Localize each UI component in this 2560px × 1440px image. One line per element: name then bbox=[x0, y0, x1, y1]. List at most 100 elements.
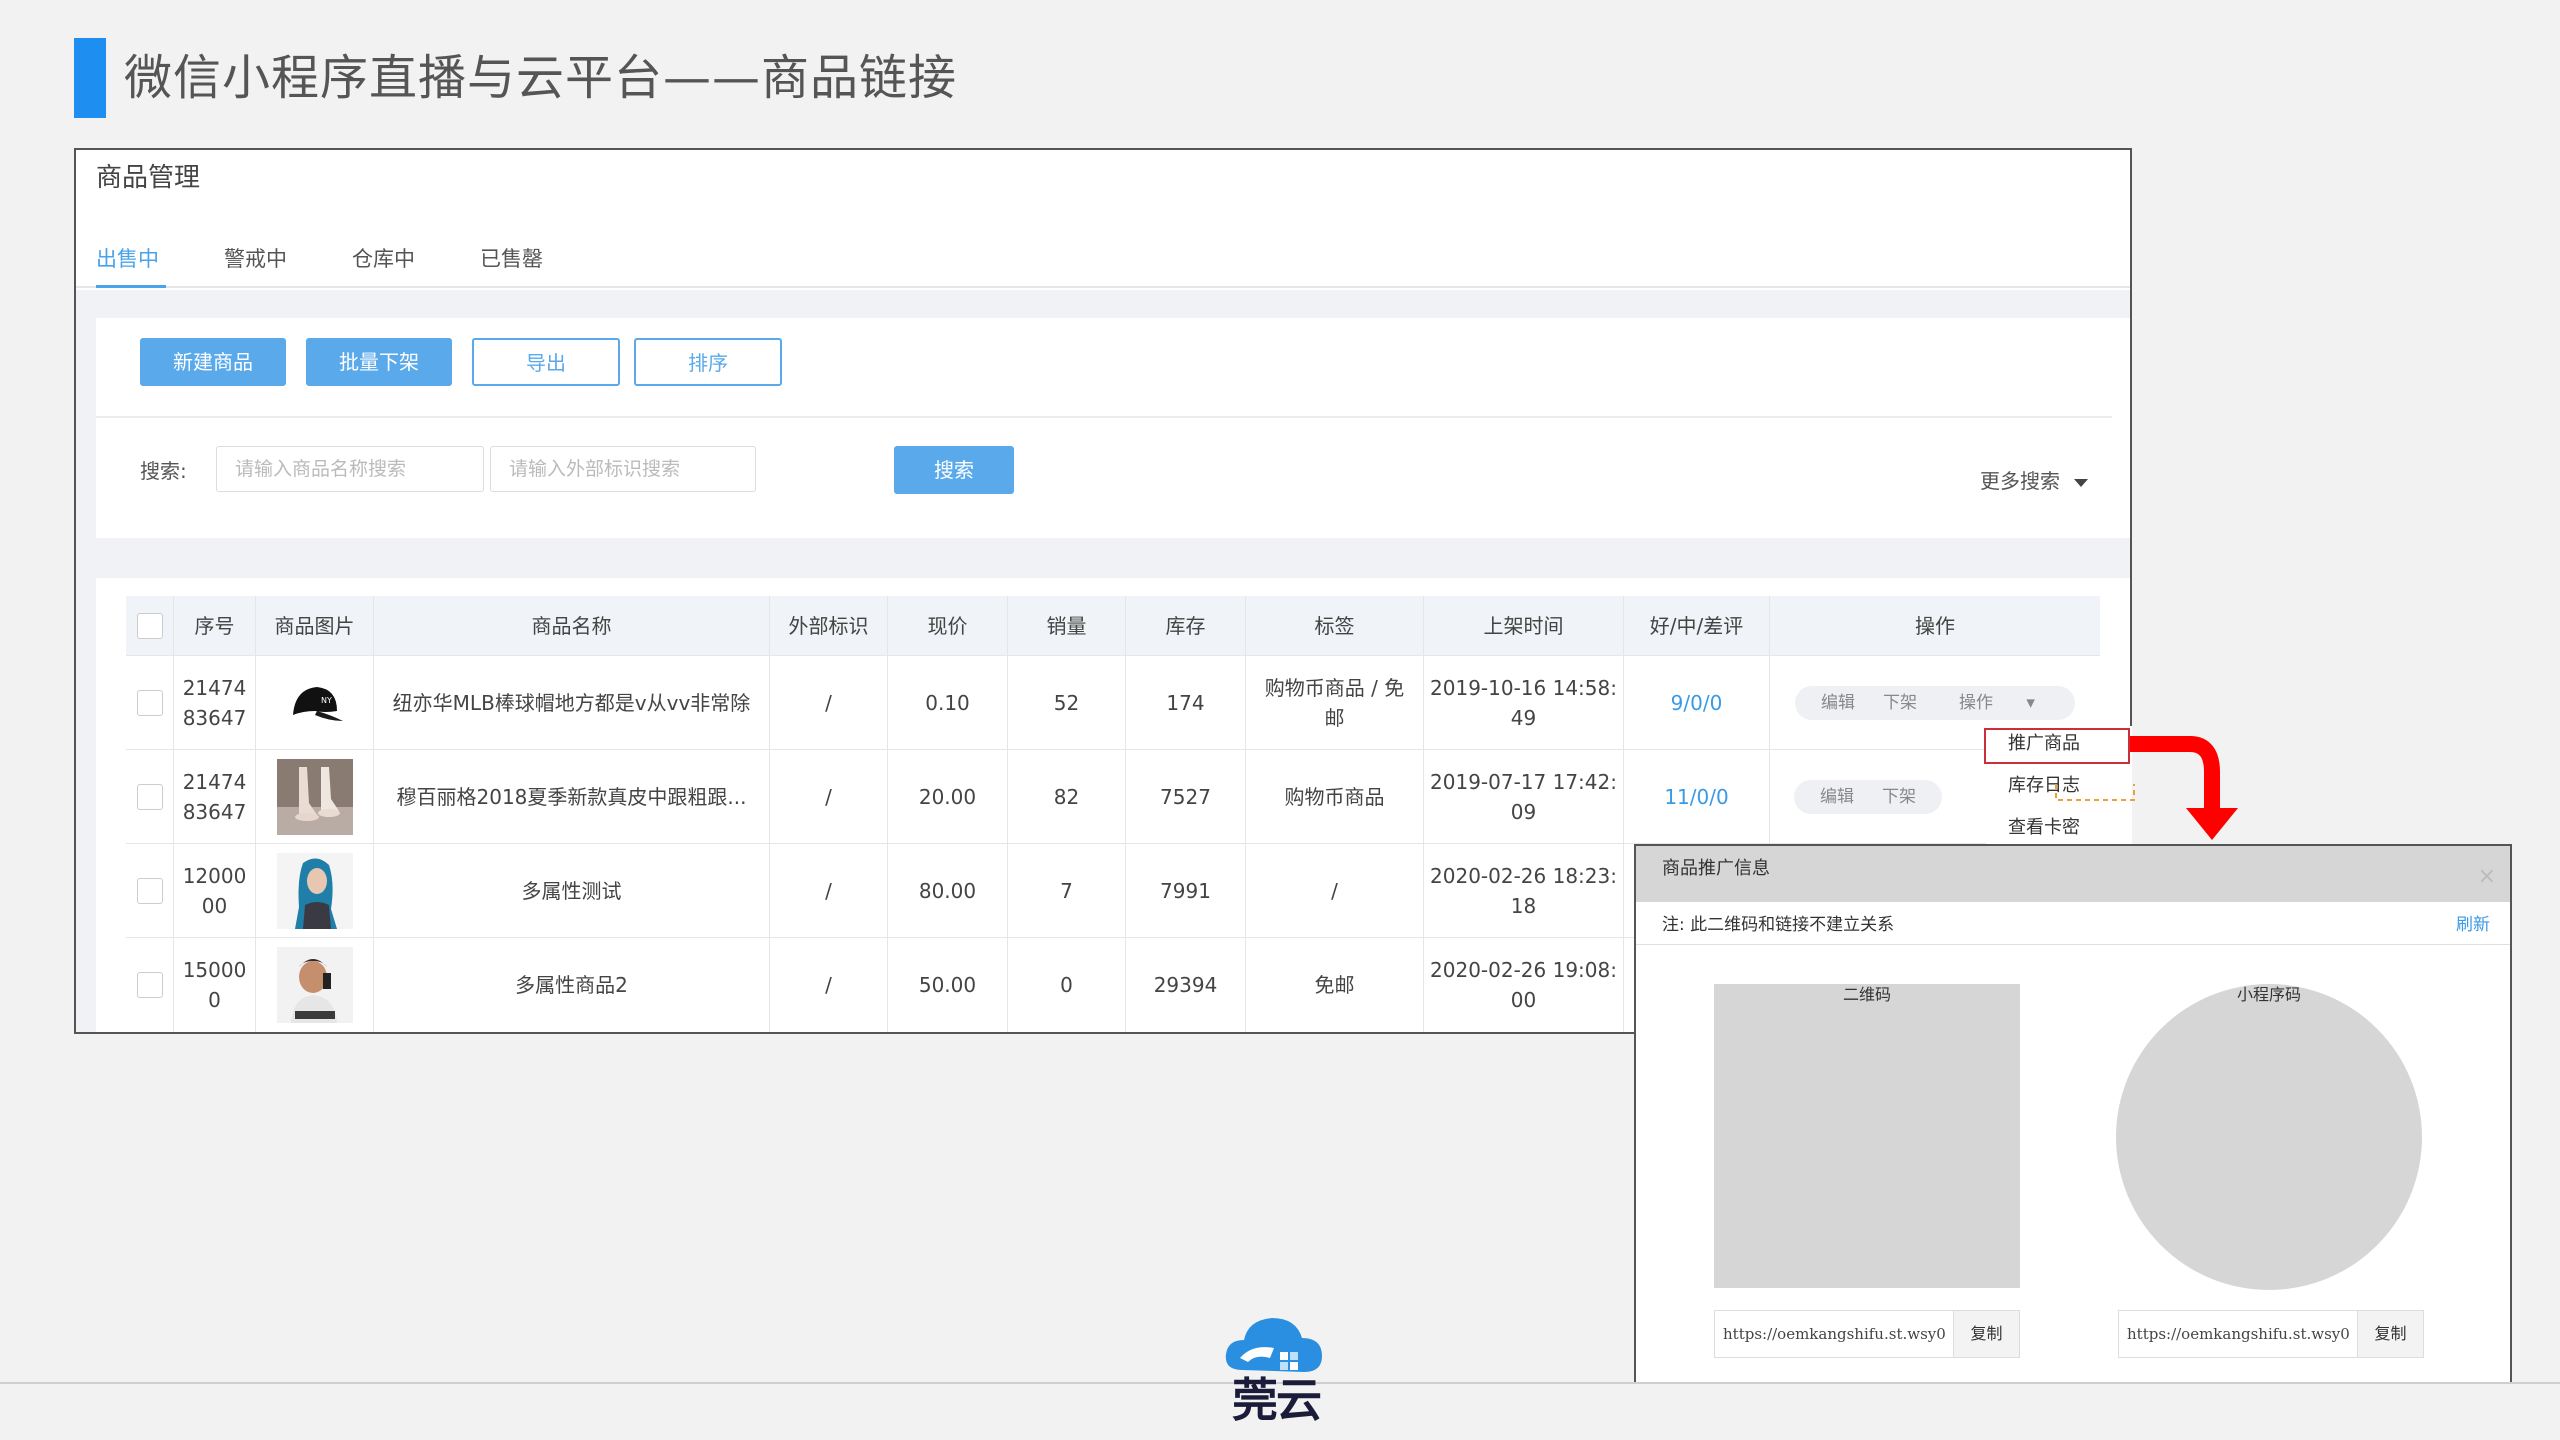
row-id-line: 21474 bbox=[182, 769, 247, 794]
tag: 免邮 bbox=[1246, 938, 1424, 1032]
copy-qr-url-button[interactable]: 复制 bbox=[1953, 1311, 2019, 1357]
refresh-link[interactable]: 刷新 bbox=[2456, 910, 2490, 940]
sales: 7 bbox=[1008, 844, 1126, 937]
batch-off-shelf-button[interactable]: 批量下架 bbox=[306, 338, 452, 386]
divider-line bbox=[96, 416, 2112, 418]
search-label: 搜索: bbox=[140, 459, 187, 483]
tab-on-sale[interactable]: 出售中 bbox=[96, 230, 166, 288]
promote-highlight-box bbox=[1984, 728, 2130, 764]
row-checkbox[interactable] bbox=[136, 783, 163, 810]
mp-url-group: https://oemkangshifu.st.wsy0 复制 bbox=[2118, 1310, 2424, 1358]
price: 80.00 bbox=[888, 844, 1008, 937]
title-accent-bar bbox=[74, 38, 106, 118]
person-product-image[interactable] bbox=[276, 852, 353, 929]
qr-code-label: 二维码 bbox=[1842, 985, 1891, 1004]
sales: 0 bbox=[1008, 938, 1126, 1032]
more-search-toggle[interactable]: 更多搜索 bbox=[1980, 466, 2088, 496]
sales: 82 bbox=[1008, 750, 1126, 843]
tab-warning[interactable]: 警戒中 bbox=[224, 230, 287, 288]
mp-url-field[interactable]: https://oemkangshifu.st.wsy0 bbox=[2119, 1311, 2357, 1357]
left-gutter bbox=[76, 290, 96, 1032]
price: 20.00 bbox=[888, 750, 1008, 843]
sales: 52 bbox=[1008, 656, 1126, 749]
table-header-row: 序号 商品图片 商品名称 外部标识 现价 销量 库存 标签 上架时间 好/中/差… bbox=[126, 596, 2100, 656]
tag-line: 购物币商品 / 免 bbox=[1264, 675, 1405, 700]
product-name-search-input[interactable]: 请输入商品名称搜索 bbox=[216, 446, 484, 492]
tag: 购物币商品 / 免邮 bbox=[1246, 656, 1424, 749]
col-image: 商品图片 bbox=[256, 596, 374, 655]
external-id-search-input[interactable]: 请输入外部标识搜索 bbox=[490, 446, 756, 492]
row-checkbox[interactable] bbox=[136, 689, 163, 716]
external-id: / bbox=[770, 844, 888, 937]
off-shelf-button[interactable]: 下架 bbox=[1882, 782, 1916, 812]
external-id: / bbox=[770, 938, 888, 1032]
tag: / bbox=[1246, 844, 1424, 937]
product-name[interactable]: 穆百丽格2018夏季新款真皮中跟粗跟... bbox=[374, 750, 770, 843]
time-line: 00 bbox=[1510, 988, 1537, 1012]
logo-text: 莞云 bbox=[1232, 1373, 1322, 1427]
rating-link[interactable]: 9/0/0 bbox=[1624, 656, 1770, 749]
row-checkbox[interactable] bbox=[136, 972, 163, 998]
svg-text:NY: NY bbox=[321, 696, 332, 705]
col-rating: 好/中/差评 bbox=[1624, 596, 1770, 655]
new-product-button[interactable]: 新建商品 bbox=[140, 338, 286, 386]
product-name[interactable]: 纽亦华MLB棒球帽地方都是v从vv非常除 bbox=[374, 656, 770, 749]
stock: 7527 bbox=[1126, 750, 1246, 843]
external-id: / bbox=[770, 656, 888, 749]
row-checkbox[interactable] bbox=[136, 877, 163, 904]
row-actions-group: 编辑 下架 操作 ▾ bbox=[1795, 685, 2075, 720]
row-id: 21474 83647 bbox=[174, 750, 256, 843]
stock: 174 bbox=[1126, 656, 1246, 749]
cap-product-image[interactable]: NY bbox=[276, 664, 353, 741]
col-id: 序号 bbox=[174, 596, 256, 655]
qr-url-field[interactable]: https://oemkangshifu.st.wsy0 bbox=[1715, 1311, 1953, 1357]
tab-warehouse[interactable]: 仓库中 bbox=[352, 230, 415, 288]
row-checkbox-cell bbox=[126, 656, 174, 749]
rating-link[interactable]: 11/0/0 bbox=[1624, 750, 1770, 843]
row-id: 12000 00 bbox=[174, 844, 256, 937]
shoes-product-image[interactable] bbox=[276, 758, 353, 835]
listed-time: 2020-02-26 19:08: 00 bbox=[1424, 938, 1624, 1032]
row-actions-group: 编辑 下架 bbox=[1794, 779, 1942, 814]
col-tag: 标签 bbox=[1246, 596, 1424, 655]
row-id-line: 15000 bbox=[182, 958, 247, 982]
select-all-checkbox[interactable] bbox=[136, 612, 163, 639]
stock: 7991 bbox=[1126, 844, 1246, 937]
mini-program-code-image bbox=[2116, 984, 2422, 1290]
row-checkbox-cell bbox=[126, 844, 174, 937]
edit-button[interactable]: 编辑 bbox=[1821, 688, 1855, 718]
product-name[interactable]: 多属性测试 bbox=[374, 844, 770, 937]
qr-code-image bbox=[1714, 984, 2020, 1288]
col-actions: 操作 bbox=[1915, 613, 1955, 638]
more-ops-label: 操作 bbox=[1959, 692, 1994, 713]
col-stock: 库存 bbox=[1126, 596, 1246, 655]
row-id-line: 00 bbox=[201, 893, 228, 918]
listed-time: 2019-10-16 14:58: 49 bbox=[1424, 656, 1624, 749]
person-phone-product-image[interactable] bbox=[276, 947, 353, 1023]
product-image-cell: NY bbox=[256, 656, 374, 749]
edit-button[interactable]: 编辑 bbox=[1820, 782, 1854, 812]
listed-time: 2019-07-17 17:42: 09 bbox=[1424, 750, 1624, 843]
table-row: 21474 83647 穆百丽格2018夏季新款真皮中跟粗跟... / 20.00… bbox=[126, 750, 2100, 844]
export-button[interactable]: 导出 bbox=[472, 338, 620, 386]
sort-button[interactable]: 排序 bbox=[634, 338, 782, 386]
more-ops-button[interactable]: 操作 ▾ bbox=[1945, 688, 2049, 718]
tab-sold-out[interactable]: 已售罄 bbox=[480, 230, 543, 288]
product-name[interactable]: 多属性商品2 bbox=[374, 938, 770, 1032]
copy-mp-url-button[interactable]: 复制 bbox=[2357, 1311, 2423, 1357]
tab-bar: 出售中 警戒中 仓库中 已售罄 bbox=[76, 230, 2130, 288]
row-id-line: 12000 bbox=[182, 863, 247, 888]
table-row: 21474 83647 NY 纽亦华MLB棒球帽地方都是v从vv非常除 / 0.1… bbox=[126, 656, 2100, 750]
stock: 29394 bbox=[1126, 938, 1246, 1032]
off-shelf-button[interactable]: 下架 bbox=[1883, 688, 1917, 718]
close-icon[interactable]: × bbox=[2478, 864, 2496, 889]
row-id-line: 83647 bbox=[182, 705, 247, 730]
menu-item-view-card[interactable]: 查看卡密 bbox=[2008, 814, 2080, 842]
qr-url-group: https://oemkangshifu.st.wsy0 复制 bbox=[1714, 1310, 2020, 1358]
external-id: / bbox=[770, 750, 888, 843]
search-button[interactable]: 搜索 bbox=[894, 446, 1014, 494]
panel-title: 商品管理 bbox=[96, 163, 201, 193]
dialog-header: 商品推广信息 × bbox=[1636, 846, 2510, 902]
time-line: 49 bbox=[1510, 705, 1537, 730]
tag-line: 邮 bbox=[1324, 705, 1345, 730]
